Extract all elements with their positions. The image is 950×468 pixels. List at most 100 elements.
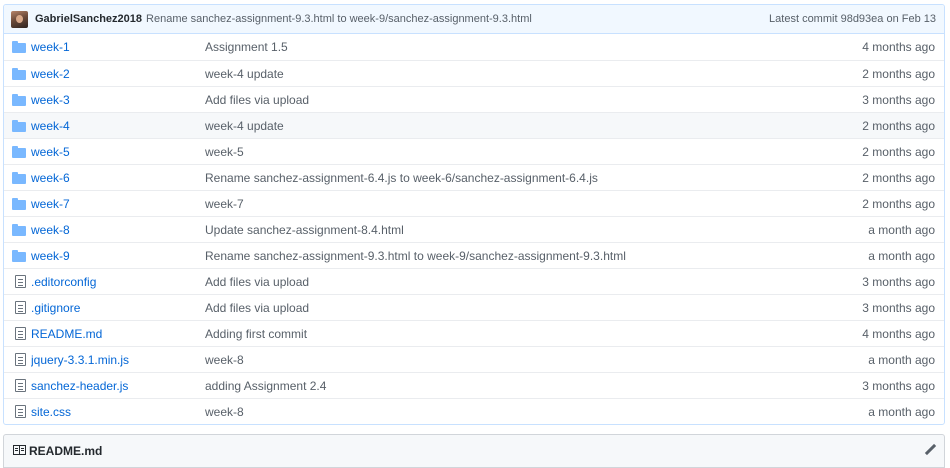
file-name-link[interactable]: week-3: [31, 93, 205, 107]
commit-age: a month ago: [868, 222, 935, 237]
commit-message-link[interactable]: Update sanchez-assignment-8.4.html: [205, 223, 804, 237]
commit-age: a month ago: [868, 404, 935, 419]
commit-age: 4 months ago: [862, 326, 935, 341]
latest-commit-label: Latest commit: [769, 13, 841, 25]
commit-message-link[interactable]: Rename sanchez-assignment-6.4.js to week…: [205, 171, 804, 185]
file-name-link[interactable]: week-8: [31, 223, 205, 237]
commit-message-link[interactable]: Rename sanchez-assignment-9.3.html to we…: [146, 13, 532, 25]
avatar[interactable]: [11, 10, 28, 28]
commit-age: 2 months ago: [862, 170, 935, 185]
commit-age: 3 months ago: [862, 300, 935, 315]
folder-icon: [12, 223, 26, 236]
file-browser: GabrielSanchez2018 Rename sanchez-assign…: [3, 4, 945, 425]
row-icon-cell: [4, 405, 31, 418]
file-name-link[interactable]: README.md: [31, 327, 205, 341]
folder-icon: [12, 249, 26, 262]
file-name-link[interactable]: .editorconfig: [31, 275, 205, 289]
file-name-link[interactable]: week-4: [31, 119, 205, 133]
file-name-link[interactable]: week-7: [31, 197, 205, 211]
commit-message-link[interactable]: week-8: [205, 405, 804, 419]
folder-row[interactable]: week-8 Update sanchez-assignment-8.4.html…: [4, 216, 944, 242]
commit-date: on Feb 13: [883, 13, 936, 25]
commit-message-link[interactable]: Assignment 1.5: [205, 40, 804, 54]
folder-row[interactable]: week-5 week-5 2 months ago: [4, 138, 944, 164]
file-list: week-1 Assignment 1.5 4 months ago week-2 we…: [4, 34, 944, 424]
row-icon-cell: [4, 171, 31, 184]
commit-message-link[interactable]: week-7: [205, 197, 804, 211]
commit-age: 2 months ago: [862, 66, 935, 81]
file-name-link[interactable]: week-2: [31, 67, 205, 81]
commit-message-link[interactable]: week-4 update: [205, 119, 804, 133]
commit-sha-link[interactable]: 98d93ea: [841, 13, 884, 25]
folder-icon: [12, 171, 26, 184]
folder-row[interactable]: week-6 Rename sanchez-assignment-6.4.js t…: [4, 164, 944, 190]
file-name-link[interactable]: jquery-3.3.1.min.js: [31, 353, 205, 367]
file-row[interactable]: .editorconfig Add files via upload 3 month…: [4, 268, 944, 294]
latest-commit-meta: Latest commit 98d93ea on Feb 13: [769, 13, 936, 25]
row-icon-cell: [4, 119, 31, 132]
file-row[interactable]: jquery-3.3.1.min.js week-8 a month ago: [4, 346, 944, 372]
row-icon-cell: [4, 41, 31, 53]
commit-message-link[interactable]: adding Assignment 2.4: [205, 379, 804, 393]
file-name-link[interactable]: week-1: [31, 40, 205, 54]
folder-icon: [12, 67, 26, 80]
commit-age: 2 months ago: [862, 144, 935, 159]
pencil-icon[interactable]: [924, 444, 936, 456]
row-icon-cell: [4, 327, 31, 340]
file-row[interactable]: site.css week-8 a month ago: [4, 398, 944, 424]
file-icon: [15, 275, 26, 288]
commit-message-link[interactable]: week-8: [205, 353, 804, 367]
folder-icon: [12, 93, 26, 106]
folder-icon: [12, 41, 26, 53]
commit-age: 4 months ago: [862, 40, 935, 54]
file-name-link[interactable]: week-5: [31, 145, 205, 159]
row-icon-cell: [4, 275, 31, 288]
folder-row[interactable]: week-2 week-4 update 2 months ago: [4, 60, 944, 86]
commit-message-link[interactable]: Rename sanchez-assignment-9.3.html to we…: [205, 249, 804, 263]
commit-message-link[interactable]: week-5: [205, 145, 804, 159]
file-icon: [15, 405, 26, 418]
file-name-link[interactable]: site.css: [31, 405, 205, 419]
folder-row[interactable]: week-9 Rename sanchez-assignment-9.3.html…: [4, 242, 944, 268]
commit-age: 3 months ago: [862, 92, 935, 107]
folder-row[interactable]: week-1 Assignment 1.5 4 months ago: [4, 34, 944, 60]
file-row[interactable]: README.md Adding first commit 4 months ago: [4, 320, 944, 346]
file-name-link[interactable]: week-6: [31, 171, 205, 185]
commit-message-link[interactable]: Adding first commit: [205, 327, 804, 341]
file-icon: [15, 353, 26, 366]
commit-age: 3 months ago: [862, 378, 935, 393]
row-icon-cell: [4, 67, 31, 80]
commit-age: a month ago: [868, 352, 935, 367]
readme-title: README.md: [29, 444, 103, 458]
file-name-link[interactable]: week-9: [31, 249, 205, 263]
folder-row[interactable]: week-4 week-4 update 2 months ago: [4, 112, 944, 138]
row-icon-cell: [4, 223, 31, 236]
commit-age: 3 months ago: [862, 274, 935, 289]
row-icon-cell: [4, 353, 31, 366]
folder-row[interactable]: week-3 Add files via upload 3 months ago: [4, 86, 944, 112]
commit-message-link[interactable]: week-4 update: [205, 67, 804, 81]
row-icon-cell: [4, 301, 31, 314]
file-name-link[interactable]: .gitignore: [31, 301, 205, 315]
row-icon-cell: [4, 249, 31, 262]
row-icon-cell: [4, 93, 31, 106]
commit-age: a month ago: [868, 248, 935, 263]
readme-header: README.md: [3, 434, 945, 468]
file-icon: [15, 327, 26, 340]
folder-icon: [12, 145, 26, 158]
commit-age: 2 months ago: [862, 196, 935, 211]
commit-author-link[interactable]: GabrielSanchez2018: [35, 13, 142, 25]
commit-message-link[interactable]: Add files via upload: [205, 275, 804, 289]
commit-age: 2 months ago: [862, 118, 935, 133]
commit-message-link[interactable]: Add files via upload: [205, 301, 804, 315]
commit-message-link[interactable]: Add files via upload: [205, 93, 804, 107]
file-name-link[interactable]: sanchez-header.js: [31, 379, 205, 393]
folder-row[interactable]: week-7 week-7 2 months ago: [4, 190, 944, 216]
file-icon: [15, 301, 26, 314]
file-row[interactable]: sanchez-header.js adding Assignment 2.4 3 …: [4, 372, 944, 398]
folder-icon: [12, 197, 26, 210]
row-icon-cell: [4, 197, 31, 210]
book-icon: [13, 445, 26, 455]
file-row[interactable]: .gitignore Add files via upload 3 months a…: [4, 294, 944, 320]
row-icon-cell: [4, 379, 31, 392]
